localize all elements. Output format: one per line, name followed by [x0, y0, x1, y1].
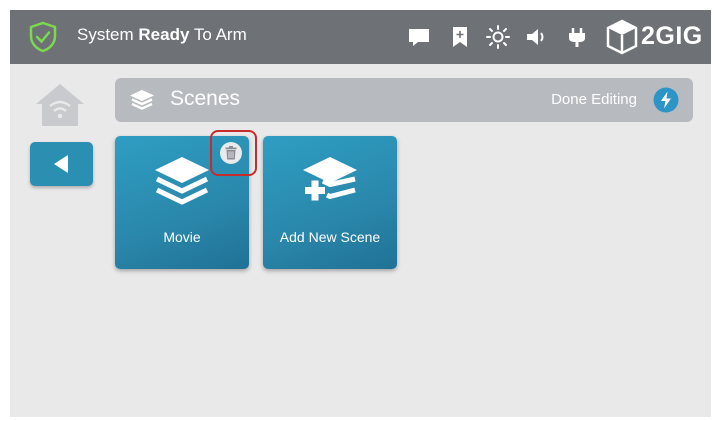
layers-icon — [155, 157, 209, 205]
shield-check-icon — [29, 21, 57, 53]
brand-logo: 2GIG — [605, 18, 705, 56]
home-icon[interactable] — [34, 82, 86, 128]
layers-icon — [130, 90, 154, 110]
bookmark-icon[interactable] — [447, 24, 473, 50]
scene-label: Movie — [163, 229, 201, 245]
delete-scene-button[interactable] — [220, 142, 242, 164]
done-editing-label[interactable]: Done Editing — [551, 91, 637, 108]
scene-label: Add New Scene — [279, 229, 381, 245]
lightning-bolt-icon[interactable] — [653, 87, 679, 113]
system-status: System Ready To Arm — [77, 25, 247, 45]
scenes-header: Scenes Done Editing — [115, 78, 693, 122]
screen: System Ready To Arm 2GIG Scenes Done Edi… — [10, 10, 711, 417]
power-plug-icon[interactable] — [564, 24, 590, 50]
add-new-scene-tile[interactable]: Add New Scene — [263, 136, 397, 269]
status-bar: System Ready To Arm 2GIG — [10, 10, 711, 64]
volume-icon[interactable] — [524, 24, 550, 50]
back-arrow-icon — [54, 155, 68, 173]
trash-icon — [225, 146, 237, 160]
status-suffix: To Arm — [189, 25, 247, 44]
add-layers-icon — [303, 157, 357, 201]
back-button[interactable] — [30, 142, 93, 186]
status-emphasis: Ready — [138, 25, 190, 44]
brand-name: 2GIG — [641, 22, 703, 50]
message-icon[interactable] — [406, 24, 432, 50]
brightness-icon[interactable] — [485, 24, 511, 50]
status-prefix: System — [77, 25, 139, 44]
page-title: Scenes — [170, 87, 241, 110]
cube-logo-icon — [606, 19, 638, 55]
